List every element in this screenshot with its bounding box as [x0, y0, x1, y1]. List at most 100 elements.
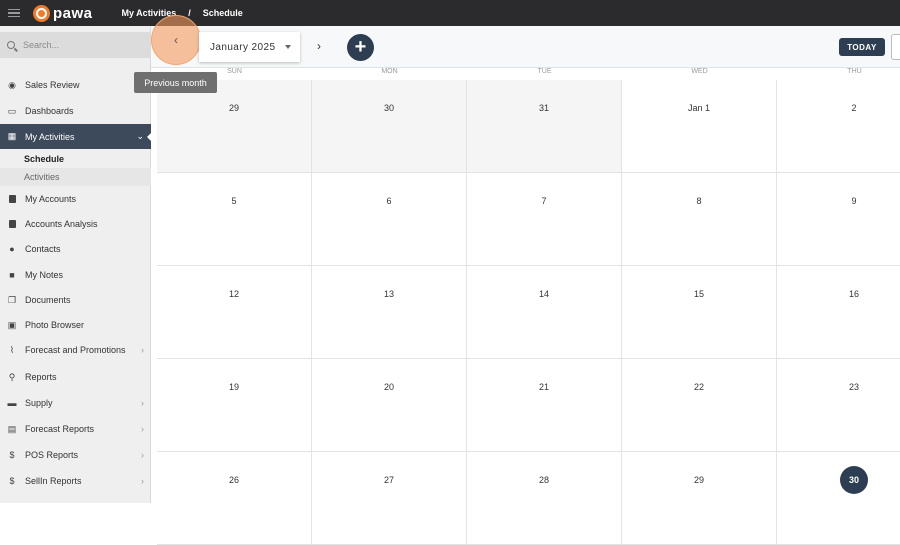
day-number: 12 [228, 289, 239, 299]
calendar-day-cell[interactable]: Jan 1 [622, 80, 777, 173]
sidebar-item-pos-reports[interactable]: $ POS Reports › [0, 444, 151, 466]
day-number: 29 [693, 475, 704, 485]
calendar-day-cell[interactable]: 20 [312, 359, 467, 452]
next-month-button[interactable]: › [317, 39, 321, 53]
sidebar-item-label: My Accounts [25, 194, 77, 204]
view-toggle-button[interactable] [891, 34, 900, 60]
calendar-day-cell[interactable]: 19 [157, 359, 312, 452]
day-number: 8 [696, 196, 702, 206]
documents-icon: ❐ [7, 294, 17, 305]
tooltip: Previous month [134, 72, 217, 93]
today-button[interactable]: TODAY [839, 38, 885, 56]
calendar-icon: ▦ [7, 131, 17, 141]
sidebar-item-label: Sales Review [25, 80, 80, 90]
calendar-day-cell[interactable]: 30 [312, 80, 467, 173]
calendar-day-cell[interactable]: 30 [777, 452, 900, 545]
sidebar-item-label: POS Reports [25, 450, 79, 460]
day-number: Jan 1 [687, 103, 711, 113]
calendar-day-cell[interactable]: 29 [622, 452, 777, 545]
search-input[interactable] [23, 40, 133, 50]
calendar-day-cell[interactable]: 14 [467, 266, 622, 359]
calendar-day-cell[interactable]: 22 [622, 359, 777, 452]
sidebar-item-dashboards[interactable]: ▭ Dashboards [0, 100, 151, 122]
day-number: 22 [693, 382, 704, 392]
day-number: 20 [383, 382, 394, 392]
search-bar [0, 32, 151, 58]
sidebar-item-sales-review[interactable]: ◉ Sales Review [0, 74, 151, 96]
day-number: 21 [538, 382, 549, 392]
calendar-day-cell[interactable]: 29 [157, 80, 312, 173]
sidebar-item-label: Accounts Analysis [25, 219, 98, 229]
sidebar-item-documents[interactable]: ❐ Documents [0, 289, 151, 311]
building-icon [8, 220, 16, 228]
day-number: 15 [693, 289, 704, 299]
calendar-day-cell[interactable]: 23 [777, 359, 900, 452]
breadcrumb-schedule: Schedule [202, 8, 243, 18]
calendar-toolbar: ‹ January 2025 › + TODAY [151, 15, 900, 68]
sidebar-item-forecast-reports[interactable]: ▤ Forecast Reports › [0, 418, 151, 440]
calendar-day-cell[interactable]: 12 [157, 266, 312, 359]
logo[interactable]: pawa [33, 4, 93, 22]
gauge-icon: ◉ [8, 79, 16, 90]
calendar-day-cell[interactable]: 2 [777, 80, 900, 173]
truck-icon: ▬ [7, 397, 17, 408]
building-icon [8, 195, 16, 203]
previous-month-button[interactable]: ‹ [151, 15, 201, 65]
chevron-right-icon: › [141, 345, 144, 355]
sidebar-item-photo-browser[interactable]: ▣ Photo Browser [0, 314, 151, 336]
chevron-right-icon: › [317, 39, 321, 53]
sidebar-item-label: Forecast Reports [25, 424, 95, 434]
sidebar-subitem-activities[interactable]: Activities [0, 168, 151, 186]
sidebar-item-my-notes[interactable]: ■ My Notes [0, 264, 151, 286]
weekday-header: THU [847, 68, 862, 75]
calendar-day-cell[interactable]: 21 [467, 359, 622, 452]
search-icon: ⚲ [8, 371, 16, 382]
dollar-icon: $ [9, 475, 15, 486]
add-activity-button[interactable]: + [347, 34, 374, 61]
calendar-day-cell[interactable]: 26 [157, 452, 312, 545]
chevron-right-icon: › [141, 424, 144, 434]
calendar-day-cell[interactable]: 7 [467, 173, 622, 266]
sidebar-item-label: SellIn Reports [25, 476, 82, 486]
day-number: 19 [228, 382, 239, 392]
sidebar-item-forecast-and-promotions[interactable]: ⌇ Forecast and Promotions › [0, 339, 151, 361]
chevron-right-icon: › [141, 398, 144, 408]
calendar-day-cell[interactable]: 15 [622, 266, 777, 359]
day-number: 14 [538, 289, 549, 299]
sidebar-item-label: Forecast and Promotions [25, 345, 126, 355]
dollar-icon: $ [9, 449, 15, 460]
calendar-day-cell[interactable]: 5 [157, 173, 312, 266]
today-date-badge: 30 [840, 466, 868, 494]
sidebar-subitem-schedule[interactable]: Schedule [0, 150, 151, 168]
top-bar: pawa My Activities / Schedule [0, 0, 900, 26]
sidebar-item-label: Photo Browser [25, 320, 85, 330]
sidebar-item-accounts-analysis[interactable]: Accounts Analysis [0, 213, 151, 235]
sidebar-item-label: Contacts [25, 244, 61, 254]
calendar-day-cell[interactable]: 13 [312, 266, 467, 359]
sidebar-item-sellin-reports[interactable]: $ SellIn Reports › [0, 470, 151, 492]
calendar-day-cell[interactable]: 27 [312, 452, 467, 545]
sidebar-item-contacts[interactable]: ● Contacts [0, 238, 151, 260]
day-number: 16 [848, 289, 859, 299]
chevron-right-icon: › [141, 476, 144, 486]
month-select[interactable]: January 2025 [199, 32, 300, 62]
day-number: 9 [851, 196, 857, 206]
caret-down-icon [285, 45, 291, 49]
day-number: 28 [538, 475, 549, 485]
calendar-day-cell[interactable]: 9 [777, 173, 900, 266]
sidebar-item-my-accounts[interactable]: My Accounts [0, 188, 151, 210]
calendar-day-cell[interactable]: 6 [312, 173, 467, 266]
chevron-down-icon: ⌄ [136, 131, 144, 141]
calendar-day-cell[interactable]: 31 [467, 80, 622, 173]
sidebar-item-reports[interactable]: ⚲ Reports [0, 366, 151, 388]
day-number: 27 [383, 475, 394, 485]
calendar-day-cell[interactable]: 28 [467, 452, 622, 545]
sidebar-item-supply[interactable]: ▬ Supply › [0, 392, 151, 414]
calendar-day-cell[interactable]: 8 [622, 173, 777, 266]
sidebar-item-my-activities[interactable]: ▦ My Activities ⌄ [0, 124, 152, 149]
day-number: 7 [541, 196, 547, 206]
menu-icon[interactable] [8, 8, 20, 18]
image-icon: ▣ [7, 319, 17, 330]
calendar-day-cell[interactable]: 16 [777, 266, 900, 359]
weekday-header: TUE [537, 68, 552, 75]
